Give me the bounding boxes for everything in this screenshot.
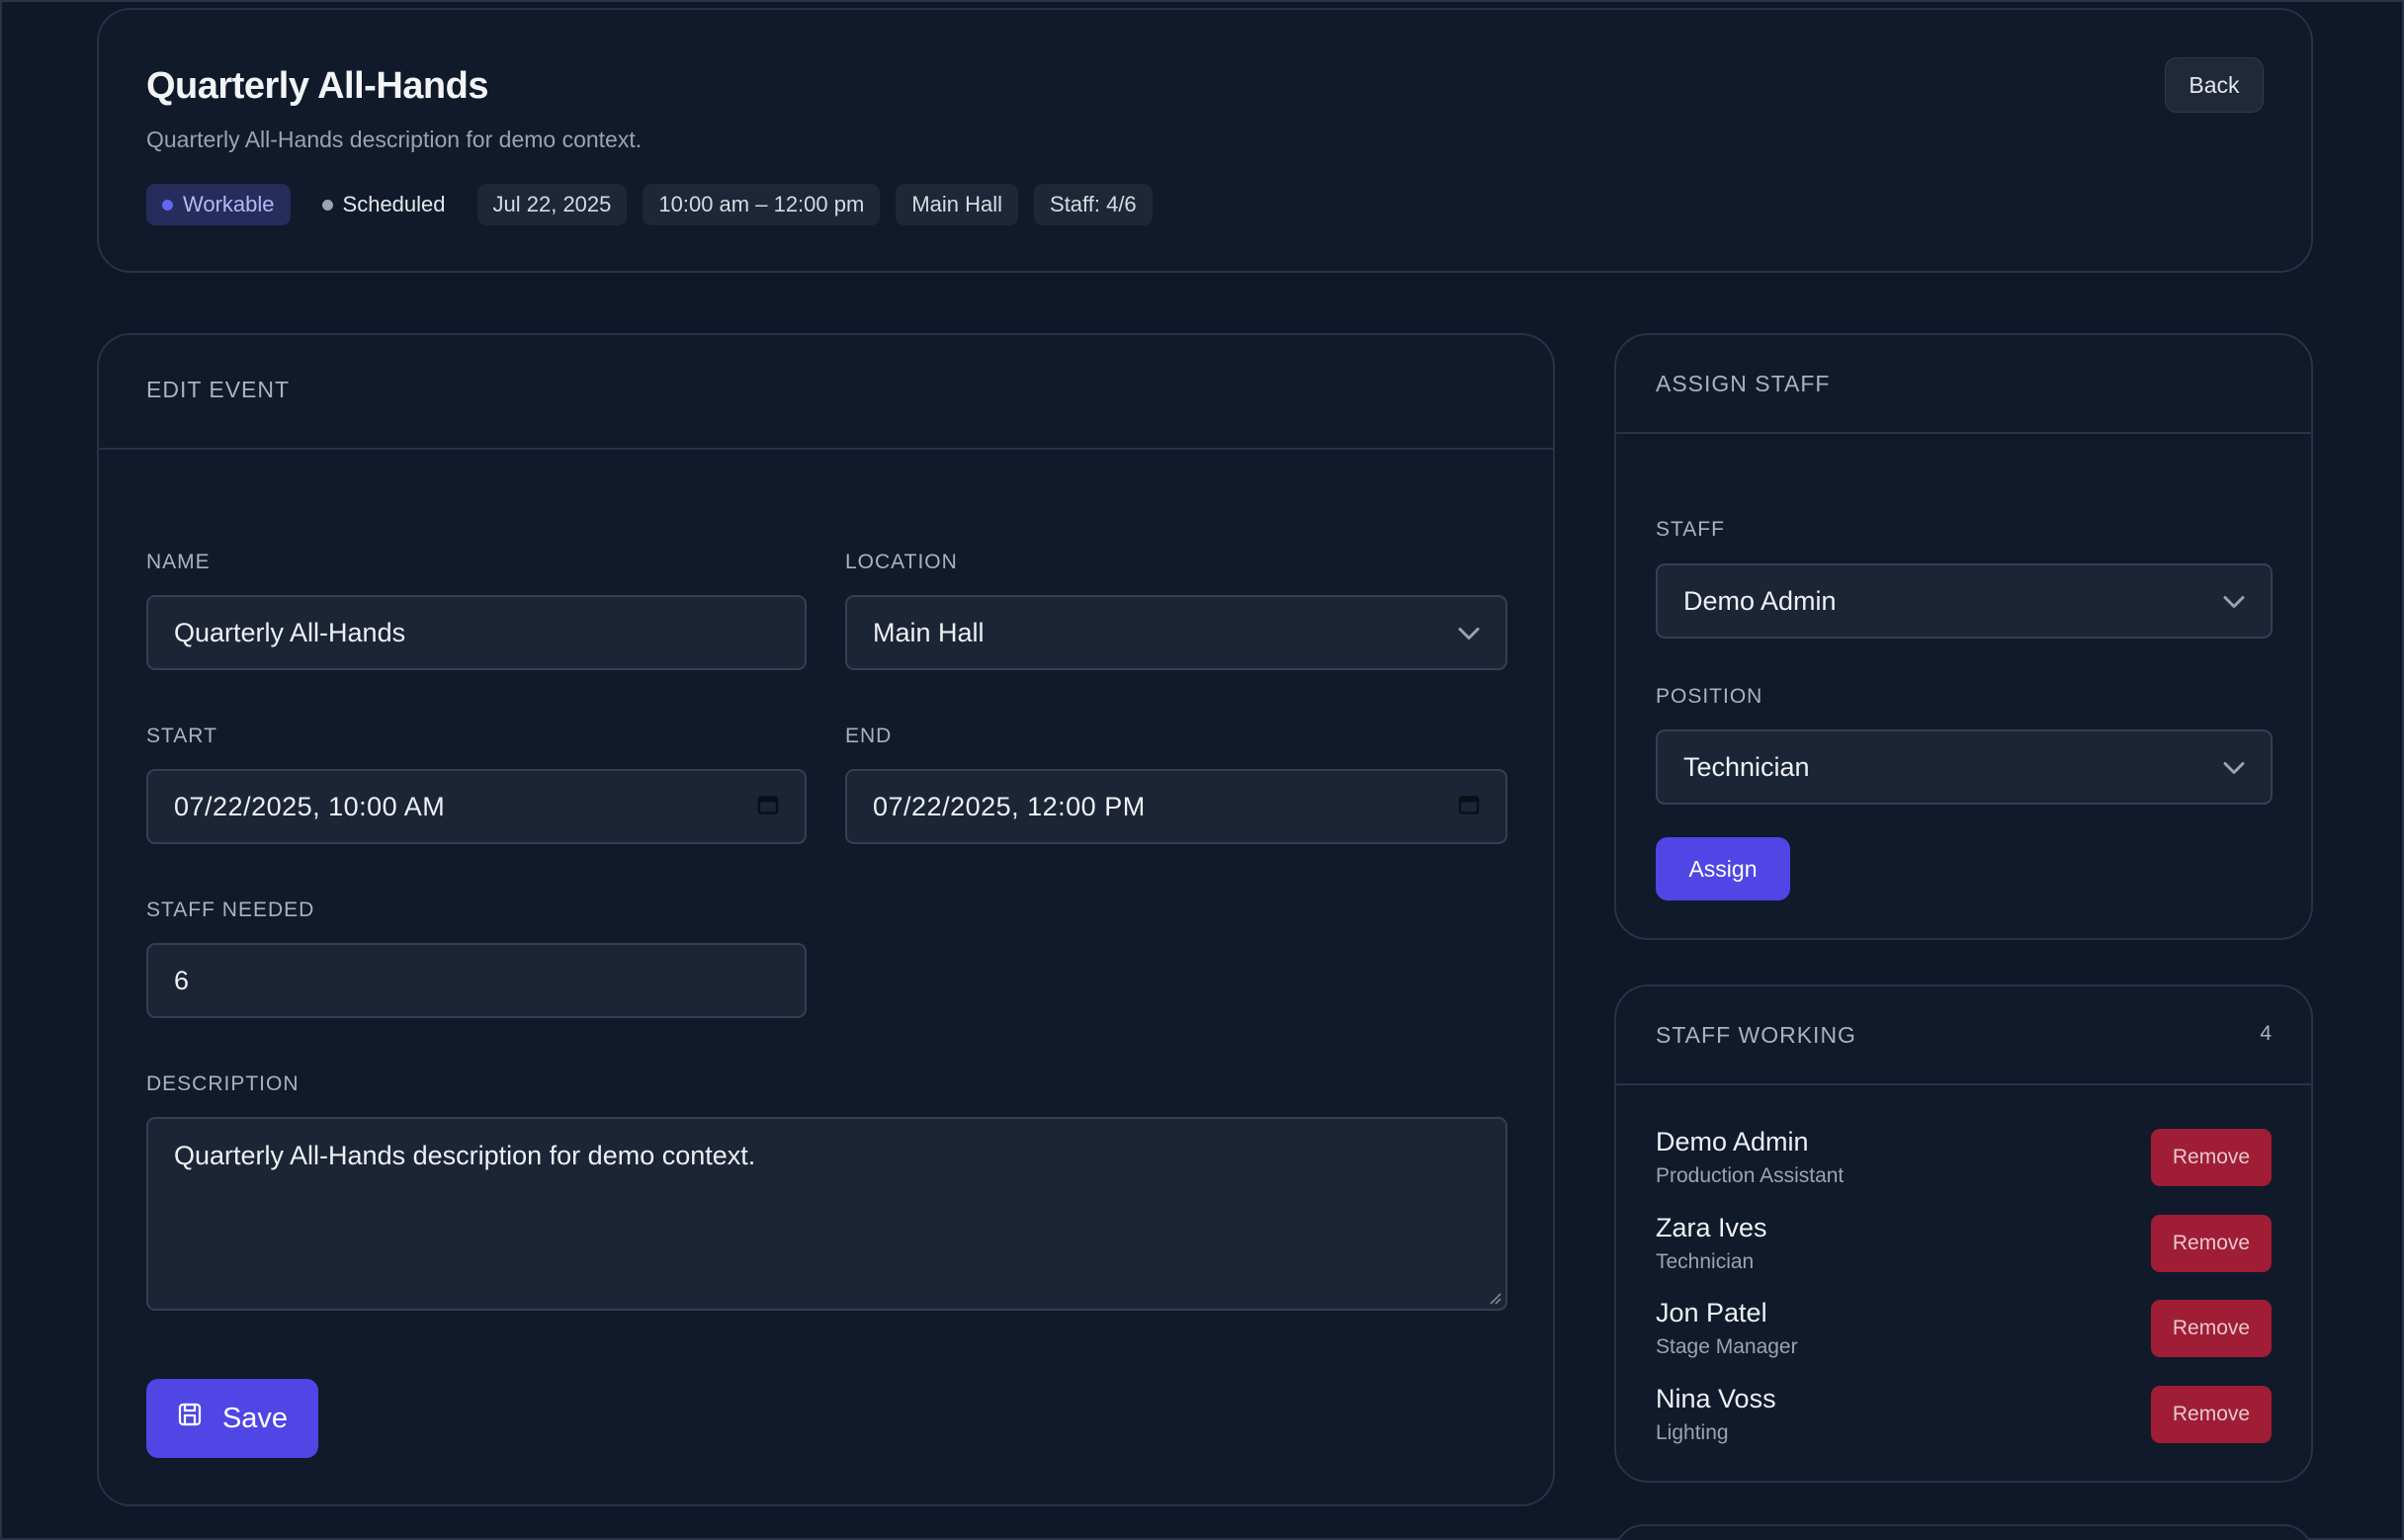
name-label: NAME <box>146 551 211 573</box>
back-button[interactable]: Back <box>2165 57 2264 113</box>
staff-needed-label: STAFF NEEDED <box>146 898 315 921</box>
remove-button[interactable]: Remove <box>2151 1129 2272 1186</box>
name-value: Quarterly All-Hands <box>174 617 406 647</box>
staff-needed-field[interactable]: 6 <box>146 943 807 1018</box>
staff-working-card: STAFF WORKING 4 Demo Admin Production As… <box>1614 984 2313 1483</box>
edit-event-card: EDIT EVENT NAME Quarterly All-Hands LOCA… <box>97 333 1555 1506</box>
save-icon <box>177 1402 203 1435</box>
assign-button[interactable]: Assign <box>1656 837 1790 900</box>
chevron-down-icon <box>2223 752 2245 783</box>
start-label: START <box>146 725 217 747</box>
staff-list-item: Demo Admin Production Assistant Remove <box>1656 1127 2272 1190</box>
chevron-down-icon <box>2223 586 2245 617</box>
name-field[interactable]: Quarterly All-Hands <box>146 595 807 670</box>
calendar-icon[interactable] <box>757 792 779 822</box>
edit-event-header: EDIT EVENT <box>99 335 1553 450</box>
location-value: Main Hall <box>873 617 985 647</box>
staff-count-chip: Staff: 4/6 <box>1034 184 1153 225</box>
time-chip: 10:00 am – 12:00 pm <box>643 184 881 225</box>
description-label: DESCRIPTION <box>146 1072 300 1095</box>
workable-label: Workable <box>183 192 275 216</box>
assign-staff-title: ASSIGN STAFF <box>1656 371 1831 396</box>
staff-needed-value: 6 <box>174 965 190 995</box>
end-value: 07/22/2025, 12:00 PM <box>873 791 1146 821</box>
location-select[interactable]: Main Hall <box>845 595 1507 670</box>
staff-role: Lighting <box>1656 1421 1729 1444</box>
next-card-edge <box>1614 1524 2313 1540</box>
event-header-card: Quarterly All-Hands Quarterly All-Hands … <box>97 8 2313 273</box>
staff-list-item: Jon Patel Stage Manager Remove <box>1656 1298 2272 1361</box>
remove-button[interactable]: Remove <box>2151 1215 2272 1272</box>
staff-working-count: 4 <box>2260 1022 2272 1045</box>
save-label: Save <box>221 1402 289 1434</box>
workable-dot-icon <box>162 199 173 211</box>
chevron-down-icon <box>1458 618 1480 648</box>
page-title: Quarterly All-Hands <box>146 65 488 107</box>
resize-handle-icon[interactable] <box>1488 1291 1502 1305</box>
staff-label: STAFF <box>1656 518 1725 541</box>
start-datetime-field[interactable]: 07/22/2025, 10:00 AM <box>146 769 807 844</box>
assign-staff-card: ASSIGN STAFF STAFF Demo Admin POSITION T… <box>1614 333 2313 940</box>
staff-role: Stage Manager <box>1656 1335 1798 1358</box>
staff-list-item: Nina Voss Lighting Remove <box>1656 1384 2272 1447</box>
staff-list-item: Zara Ives Technician Remove <box>1656 1213 2272 1276</box>
remove-button[interactable]: Remove <box>2151 1300 2272 1357</box>
status-badge: Scheduled <box>306 184 462 225</box>
remove-button[interactable]: Remove <box>2151 1386 2272 1443</box>
staff-role: Production Assistant <box>1656 1164 1845 1187</box>
end-label: END <box>845 725 893 747</box>
staff-name: Nina Voss <box>1656 1384 1776 1413</box>
staff-working-header: STAFF WORKING 4 <box>1616 986 2311 1085</box>
position-label: POSITION <box>1656 685 1763 708</box>
staff-working-title: STAFF WORKING <box>1656 1022 1856 1048</box>
position-select[interactable]: Technician <box>1656 729 2273 805</box>
event-meta-chips: Workable Scheduled Jul 22, 2025 10:00 am… <box>146 184 1153 225</box>
staff-name: Demo Admin <box>1656 1127 1809 1156</box>
assign-staff-header: ASSIGN STAFF <box>1616 335 2311 434</box>
location-chip: Main Hall <box>896 184 1019 225</box>
end-datetime-field[interactable]: 07/22/2025, 12:00 PM <box>845 769 1507 844</box>
location-label: LOCATION <box>845 551 958 573</box>
position-select-value: Technician <box>1683 751 1810 782</box>
description-value: Quarterly All-Hands description for demo… <box>174 1141 756 1170</box>
status-dot-icon <box>321 199 333 211</box>
staff-name: Zara Ives <box>1656 1213 1767 1242</box>
page-subtitle: Quarterly All-Hands description for demo… <box>146 127 643 152</box>
workable-badge: Workable <box>146 184 291 225</box>
calendar-icon[interactable] <box>1458 792 1480 822</box>
edit-event-title: EDIT EVENT <box>146 377 291 402</box>
status-label: Scheduled <box>342 192 446 216</box>
staff-name: Jon Patel <box>1656 1298 1767 1327</box>
date-chip: Jul 22, 2025 <box>476 184 628 225</box>
staff-role: Technician <box>1656 1250 1755 1273</box>
description-textarea[interactable]: Quarterly All-Hands description for demo… <box>146 1117 1507 1311</box>
start-value: 07/22/2025, 10:00 AM <box>174 791 446 821</box>
save-button[interactable]: Save <box>146 1379 318 1458</box>
staff-select-value: Demo Admin <box>1683 585 1837 616</box>
staff-select[interactable]: Demo Admin <box>1656 563 2273 639</box>
